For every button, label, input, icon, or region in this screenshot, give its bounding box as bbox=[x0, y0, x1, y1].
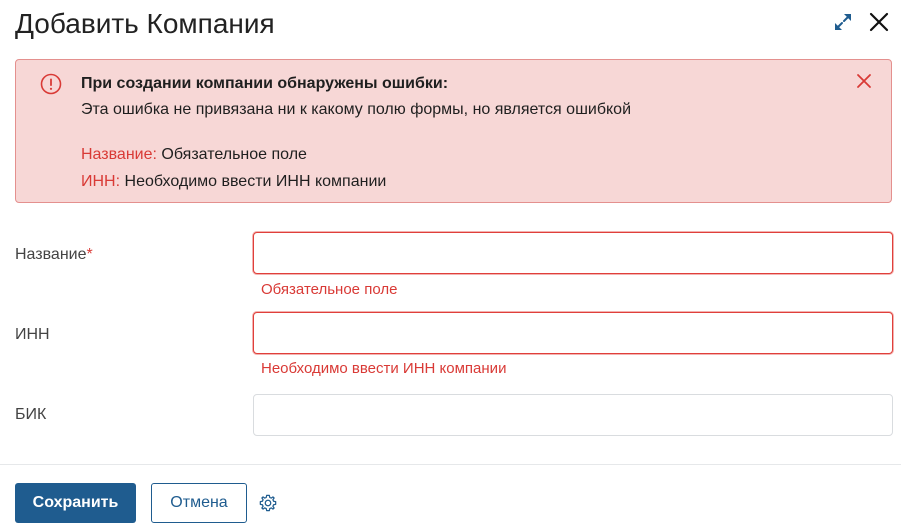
close-icon bbox=[857, 74, 871, 88]
inn-label: ИНН bbox=[15, 326, 50, 343]
expand-button[interactable] bbox=[829, 8, 857, 36]
inn-error: Необходимо ввести ИНН компании bbox=[261, 360, 507, 377]
expand-arrows-icon bbox=[835, 14, 851, 30]
close-icon bbox=[869, 12, 889, 32]
footer-divider bbox=[0, 464, 901, 465]
name-input[interactable] bbox=[253, 232, 893, 274]
name-error: Обязательное поле bbox=[261, 281, 398, 298]
alert-close-button[interactable] bbox=[853, 70, 875, 92]
alert-error-message: Необходимо ввести ИНН компании bbox=[124, 173, 387, 190]
exclamation-circle-icon bbox=[40, 73, 62, 95]
alert-error-item: ИНН: Необходимо ввести ИНН компании bbox=[81, 171, 386, 193]
name-label-text: Название bbox=[15, 246, 87, 263]
name-label: Название* bbox=[15, 244, 93, 266]
bik-label: БИК bbox=[15, 406, 47, 423]
alert-error-message: Обязательное поле bbox=[161, 146, 307, 163]
gear-icon[interactable] bbox=[258, 493, 278, 513]
cancel-button[interactable]: Отмена bbox=[151, 483, 247, 523]
alert-error-field: ИНН: bbox=[81, 173, 121, 190]
bik-input[interactable] bbox=[253, 394, 893, 436]
save-button[interactable]: Сохранить bbox=[15, 483, 136, 523]
add-company-dialog: Добавить Компания При создании компании … bbox=[0, 0, 901, 530]
alert-text: Эта ошибка не привязана ни к какому полю… bbox=[81, 101, 632, 118]
inn-input[interactable] bbox=[253, 312, 893, 354]
alert-error-field: Название: bbox=[81, 146, 157, 163]
alert-heading: При создании компании обнаружены ошибки: bbox=[81, 75, 449, 92]
dialog-title: Добавить Компания bbox=[15, 8, 275, 39]
required-mark: * bbox=[86, 246, 93, 263]
close-dialog-button[interactable] bbox=[865, 8, 893, 36]
alert-error-item: Название: Обязательное поле bbox=[81, 144, 307, 166]
error-alert: При создании компании обнаружены ошибки:… bbox=[15, 59, 892, 203]
